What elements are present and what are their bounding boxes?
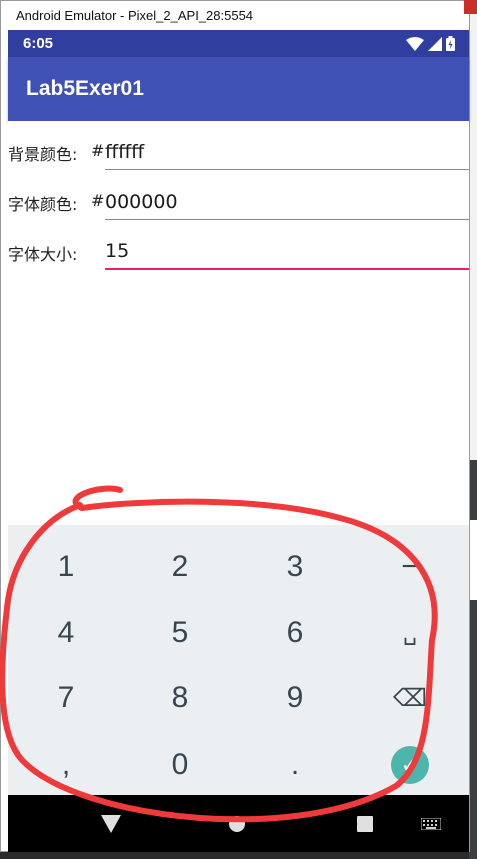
key-space[interactable]: ␣ xyxy=(360,603,460,663)
status-bar: 6:05 xyxy=(8,30,469,57)
background-color-prefix: # xyxy=(91,141,105,160)
back-button[interactable] xyxy=(96,795,126,852)
home-icon xyxy=(229,815,245,832)
keyboard-icon xyxy=(421,817,441,830)
key-backspace[interactable]: ⌫ xyxy=(360,668,460,728)
font-color-prefix: # xyxy=(91,191,105,210)
key-comma[interactable]: , xyxy=(16,735,116,795)
background-color-row: 背景颜色: # xyxy=(8,126,469,170)
check-icon: ✓ xyxy=(391,746,429,784)
font-color-input[interactable] xyxy=(105,184,469,220)
wifi-icon xyxy=(406,36,424,51)
back-icon xyxy=(101,814,121,833)
key-done[interactable]: ✓ xyxy=(360,735,460,795)
window-title: Android Emulator - Pixel_2_API_28:5554 xyxy=(16,8,254,23)
navigation-bar xyxy=(8,795,469,852)
signal-icon xyxy=(428,36,442,51)
keyboard-switch-button[interactable] xyxy=(416,795,446,852)
check-glyph: ✓ xyxy=(400,752,420,778)
font-color-row: 字体颜色: # xyxy=(8,176,469,220)
app-bar: Lab5Exer01 xyxy=(8,57,469,121)
window-titlebar[interactable]: Android Emulator - Pixel_2_API_28:5554 xyxy=(1,1,469,31)
key-minus[interactable]: − xyxy=(360,537,460,597)
font-size-row: 字体大小: xyxy=(8,226,469,270)
battery-icon xyxy=(446,36,455,51)
status-icons xyxy=(406,36,455,51)
key-9[interactable]: 9 xyxy=(245,668,345,728)
key-period[interactable]: . xyxy=(245,735,345,795)
status-time: 6:05 xyxy=(23,35,54,52)
recents-button[interactable] xyxy=(350,795,380,852)
close-icon[interactable] xyxy=(464,0,477,14)
key-8[interactable]: 8 xyxy=(130,668,230,728)
background-right-light xyxy=(469,0,477,460)
font-size-label: 字体大小: xyxy=(8,245,78,264)
app-title: Lab5Exer01 xyxy=(26,77,144,100)
key-7[interactable]: 7 xyxy=(16,668,116,728)
recents-icon xyxy=(357,815,373,832)
numeric-keypad: 1 2 3 − 4 5 6 ␣ 7 8 9 ⌫ , 0 . ✓ xyxy=(8,525,469,795)
key-5[interactable]: 5 xyxy=(130,603,230,663)
key-6[interactable]: 6 xyxy=(245,603,345,663)
home-button[interactable] xyxy=(222,795,252,852)
key-3[interactable]: 3 xyxy=(245,537,345,597)
key-1[interactable]: 1 xyxy=(16,537,116,597)
font-color-label: 字体颜色: xyxy=(8,195,78,214)
screen: Android Emulator - Pixel_2_API_28:5554 6… xyxy=(0,0,477,859)
background-color-label: 背景颜色: xyxy=(8,145,78,164)
font-size-input[interactable] xyxy=(105,234,469,270)
key-0[interactable]: 0 xyxy=(130,735,230,795)
key-2[interactable]: 2 xyxy=(130,537,230,597)
background-right-mid xyxy=(469,520,477,600)
key-4[interactable]: 4 xyxy=(16,603,116,663)
form-content: 背景颜色: # 字体颜色: # 字体大小: xyxy=(8,121,469,525)
background-color-input[interactable] xyxy=(105,134,469,170)
